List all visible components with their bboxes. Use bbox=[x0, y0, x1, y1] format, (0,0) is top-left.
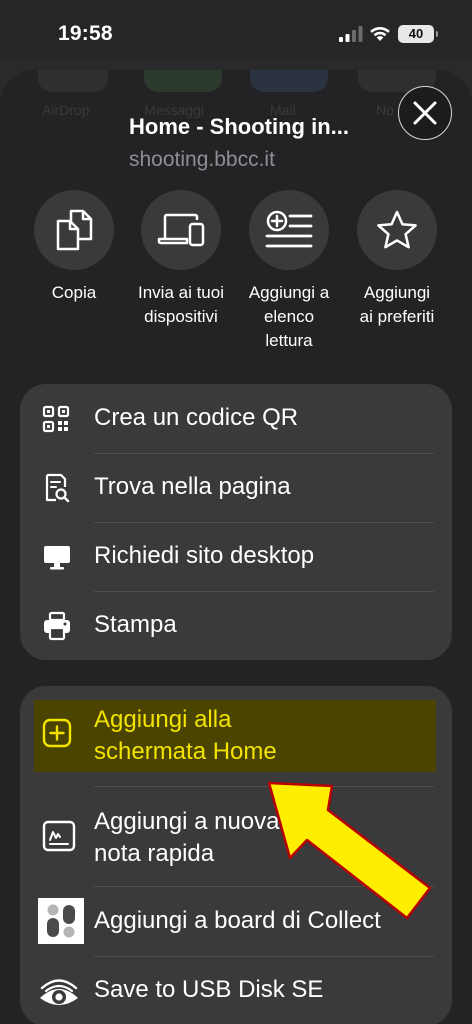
add-to-home-screen-row[interactable]: Aggiungi alla schermata Home bbox=[20, 686, 452, 786]
copy-icon bbox=[56, 209, 93, 251]
copy-button-circle[interactable] bbox=[34, 190, 114, 270]
page-url: shooting.bbcc.it bbox=[129, 148, 275, 171]
status-time: 19:58 bbox=[58, 22, 113, 45]
qr-code-icon bbox=[42, 405, 70, 433]
share-sheet: AirDrop Messaggi Mail No Home - Shooting… bbox=[0, 70, 472, 1024]
print-row[interactable]: Stampa bbox=[20, 591, 452, 660]
background-app-tile bbox=[250, 70, 328, 92]
add-to-favorites-label: Aggiungi ai preferiti bbox=[359, 283, 435, 326]
share-sheet-screen: 19:58 40 AirDrop Messaggi Mail No Home -… bbox=[0, 0, 472, 1024]
reading-list-icon bbox=[265, 210, 313, 248]
send-to-devices-circle[interactable] bbox=[141, 190, 221, 270]
find-in-page-label: Trova nella pagina bbox=[94, 473, 291, 500]
request-desktop-site-label: Richiedi sito desktop bbox=[94, 542, 315, 569]
page-title: Home - Shooting in... bbox=[129, 114, 349, 139]
star-icon bbox=[377, 210, 417, 249]
add-to-reading-list-circle[interactable] bbox=[249, 190, 329, 270]
add-square-icon bbox=[42, 718, 72, 748]
copy-label: Copia bbox=[51, 283, 97, 302]
close-button[interactable] bbox=[398, 86, 452, 140]
quick-note-icon bbox=[42, 820, 76, 852]
send-to-devices-label: Invia ai tuoi dispositivi bbox=[138, 283, 224, 326]
background-app-label: No bbox=[376, 102, 394, 118]
save-to-usb-disk-label: Save to USB Disk SE bbox=[94, 976, 324, 1003]
usb-eye-icon bbox=[40, 979, 78, 1005]
send-to-devices-button[interactable]: Invia ai tuoi dispositivi bbox=[126, 190, 236, 329]
find-in-page-icon bbox=[45, 473, 70, 503]
add-to-reading-list-label: Aggiungi a elenco lettura bbox=[248, 283, 330, 350]
actions-group-2: Aggiungi alla schermata Home Aggiungi a … bbox=[20, 686, 452, 1024]
add-to-reading-list-button[interactable]: Aggiungi a elenco lettura bbox=[234, 190, 344, 353]
printer-icon bbox=[44, 611, 70, 641]
copy-button[interactable]: Copia bbox=[19, 190, 129, 305]
wifi-icon bbox=[370, 26, 390, 41]
actions-group-1: Crea un codice QR Trova nella pagina Ric… bbox=[20, 384, 452, 660]
background-app-label: AirDrop bbox=[42, 102, 90, 118]
print-label: Stampa bbox=[94, 611, 177, 638]
devices-icon bbox=[157, 213, 205, 247]
create-qr-code-row[interactable]: Crea un codice QR bbox=[20, 384, 452, 453]
background-app-tile bbox=[38, 70, 108, 92]
status-bar: 19:58 40 bbox=[0, 0, 472, 60]
add-to-home-screen-label: Aggiungi alla schermata Home bbox=[94, 706, 277, 765]
add-to-collect-board-label: Aggiungi a board di Collect bbox=[94, 907, 381, 934]
battery-indicator: 40 bbox=[398, 25, 438, 43]
desktop-icon bbox=[44, 546, 70, 570]
add-to-favorites-circle[interactable] bbox=[357, 190, 437, 270]
close-icon bbox=[413, 101, 437, 125]
collect-app-icon bbox=[38, 898, 84, 944]
request-desktop-site-row[interactable]: Richiedi sito desktop bbox=[20, 522, 452, 591]
find-in-page-row[interactable]: Trova nella pagina bbox=[20, 453, 452, 522]
add-to-collect-board-row[interactable]: Aggiungi a board di Collect bbox=[20, 886, 452, 956]
add-to-favorites-button[interactable]: Aggiungi ai preferiti bbox=[342, 190, 452, 329]
add-to-quick-note-row[interactable]: Aggiungi a nuova nota rapida bbox=[20, 786, 452, 886]
add-to-quick-note-label: Aggiungi a nuova nota rapida bbox=[94, 808, 280, 867]
save-to-usb-disk-row[interactable]: Save to USB Disk SE bbox=[20, 956, 452, 1024]
create-qr-code-label: Crea un codice QR bbox=[94, 404, 299, 431]
cellular-signal-icon bbox=[339, 26, 363, 42]
background-app-tile bbox=[144, 70, 222, 92]
